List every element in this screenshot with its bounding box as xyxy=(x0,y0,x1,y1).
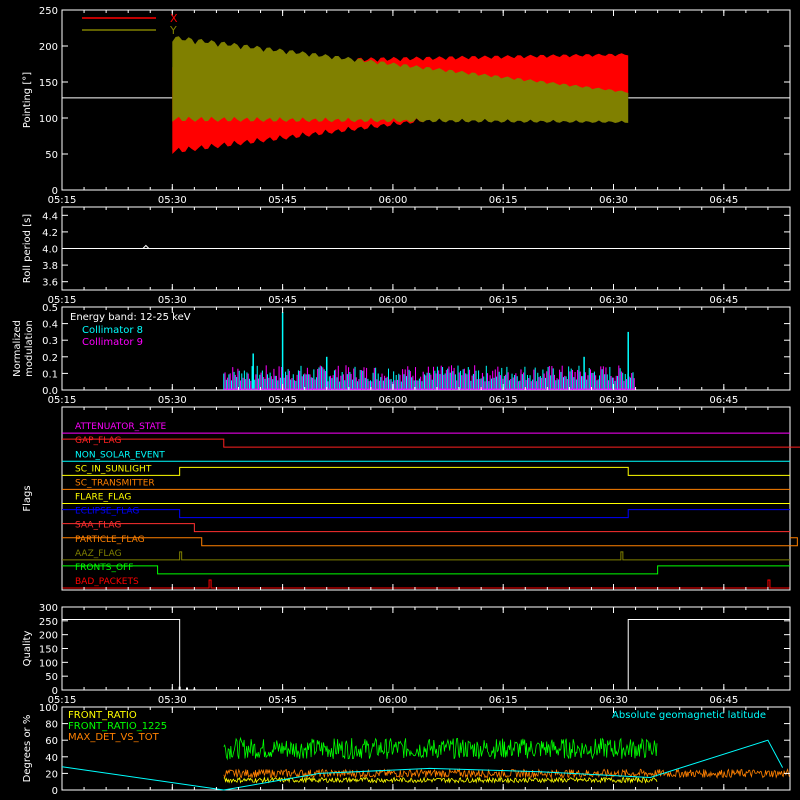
quality-y-label: Quality xyxy=(22,631,33,667)
y-tick-label: 0.5 xyxy=(42,303,58,314)
ratio-legend-front_ratio_1225: FRONT_RATIO_1225 xyxy=(68,721,167,732)
y-tick-label: 250 xyxy=(39,617,58,628)
x-tick-label: 06:30 xyxy=(599,195,628,206)
y-tick-label: 40 xyxy=(45,753,58,764)
y-tick-label: 0.4 xyxy=(42,320,58,331)
y-tick-label: 4.2 xyxy=(42,228,58,239)
flag-label: FLARE_FLAG xyxy=(75,493,131,503)
y-tick-label: 3.6 xyxy=(42,278,58,289)
ratio-series-front_ratio_1225 xyxy=(223,736,658,761)
y-tick-label: 150 xyxy=(39,78,58,89)
flag-trace xyxy=(62,551,790,561)
y-tick-label: 200 xyxy=(39,42,58,53)
y-tick-label: 0 xyxy=(52,786,58,797)
chart-figure: 0 50 100 150 200 250 05:15 05:30 05:45 06:00 06:15… xyxy=(0,0,800,800)
x-tick-label: 05:30 xyxy=(158,195,187,206)
y-tick-label: 200 xyxy=(39,631,58,642)
flag-label: SC_TRANSMITTER xyxy=(75,478,155,488)
y-tick-label: 50 xyxy=(45,672,58,683)
y-tick-label: 0.2 xyxy=(42,353,58,364)
y-tick-label: 100 xyxy=(39,703,58,714)
y-tick-label: 250 xyxy=(39,6,58,17)
flag-label: AAZ_FLAG xyxy=(75,549,122,559)
x-tick-label: 05:45 xyxy=(268,295,297,306)
ratio-series-latitude xyxy=(61,739,784,791)
x-tick-label: 06:30 xyxy=(599,295,628,306)
modulation-y-label-1: Normalized xyxy=(12,320,23,377)
flag-label: SC_IN_SUNLIGHT xyxy=(75,464,152,474)
x-tick-label: 06:15 xyxy=(489,295,518,306)
roll-period-y-label: Roll period [s] xyxy=(22,214,33,283)
modulation-legend-c8: Collimator 8 xyxy=(82,325,143,336)
flags-panel xyxy=(61,406,791,591)
x-tick-label: 06:00 xyxy=(378,195,407,206)
x-tick-label: 06:45 xyxy=(709,395,738,406)
y-tick-label: 3.8 xyxy=(42,261,58,272)
ratio-legend-front_ratio: FRONT_RATIO xyxy=(68,710,137,721)
y-tick-label: 60 xyxy=(45,736,58,747)
flag-label: NON_SOLAR_EVENT xyxy=(75,450,165,460)
flag-label: ECLIPSE_FLAG xyxy=(75,507,139,517)
y-tick-label: 0.3 xyxy=(42,336,58,347)
flag-trace xyxy=(62,438,800,448)
flag-label: ATTENUATOR_STATE xyxy=(75,422,167,432)
flag-label: FRONTS_OFF xyxy=(75,563,133,573)
quality-line xyxy=(62,618,790,691)
y-tick-label: 100 xyxy=(39,114,58,125)
flag-label: PARTICLE_FLAG xyxy=(75,535,145,545)
modulation-annotation: Energy band: 12-25 keV xyxy=(70,312,191,323)
y-tick-label: 20 xyxy=(45,769,58,780)
x-tick-label: 05:45 xyxy=(268,195,297,206)
x-tick-label: 05:15 xyxy=(48,395,77,406)
x-tick-label: 05:30 xyxy=(158,395,187,406)
flag-label: BAD_PACKETS xyxy=(75,577,139,587)
x-tick-label: 06:15 xyxy=(489,395,518,406)
y-tick-label: 4.0 xyxy=(42,245,58,256)
x-tick-label: 06:45 xyxy=(709,195,738,206)
chart-svg: 0 50 100 150 200 250 05:15 05:30 05:45 06:00 06:15… xyxy=(12,6,800,797)
y-tick-label: 150 xyxy=(39,645,58,656)
y-tick-label: 50 xyxy=(45,150,58,161)
x-tick-label: 06:30 xyxy=(599,695,628,706)
flag-trace xyxy=(62,537,798,547)
x-tick-label: 06:15 xyxy=(489,195,518,206)
flag-trace xyxy=(62,466,790,476)
flag-trace xyxy=(62,523,790,533)
modulation-legend-c9: Collimator 9 xyxy=(82,337,143,348)
x-tick-label: 05:45 xyxy=(268,395,297,406)
x-tick-label: 06:00 xyxy=(378,695,407,706)
x-tick-label: 06:30 xyxy=(599,395,628,406)
ratio-y-label: Degrees or % xyxy=(22,715,33,783)
flags-y-label: Flags xyxy=(22,485,33,511)
x-tick-label: 05:30 xyxy=(158,295,187,306)
y-tick-label: 80 xyxy=(45,720,58,731)
ratio-legend-max_det_vs_tot: MAX_DET_VS_TOT xyxy=(68,732,160,743)
x-tick-label: 06:15 xyxy=(489,695,518,706)
flag-label: GAP_FLAG xyxy=(75,436,121,446)
x-tick-label: 06:00 xyxy=(378,295,407,306)
y-tick-label: 300 xyxy=(39,603,58,614)
x-tick-label: 05:15 xyxy=(48,195,77,206)
x-tick-label: 06:00 xyxy=(378,395,407,406)
flag-trace xyxy=(62,579,790,589)
x-tick-label: 06:45 xyxy=(709,295,738,306)
flag-label: SAA_FLAG xyxy=(75,521,121,531)
x-tick-label: 05:30 xyxy=(158,695,187,706)
legend-label-y: Y xyxy=(169,24,177,37)
ratio-right-label: Absolute geomagnetic latitude xyxy=(612,710,766,721)
flag-trace xyxy=(62,565,790,575)
x-tick-label: 05:45 xyxy=(268,695,297,706)
pointing-y-label: Pointing [°] xyxy=(22,72,33,128)
y-tick-label: 4.4 xyxy=(42,211,58,222)
y-tick-label: 0.1 xyxy=(42,369,58,380)
y-tick-label: 100 xyxy=(39,658,58,669)
modulation-y-label-2: modulation xyxy=(24,320,35,377)
x-tick-label: 06:45 xyxy=(709,695,738,706)
flag-trace xyxy=(62,509,790,519)
